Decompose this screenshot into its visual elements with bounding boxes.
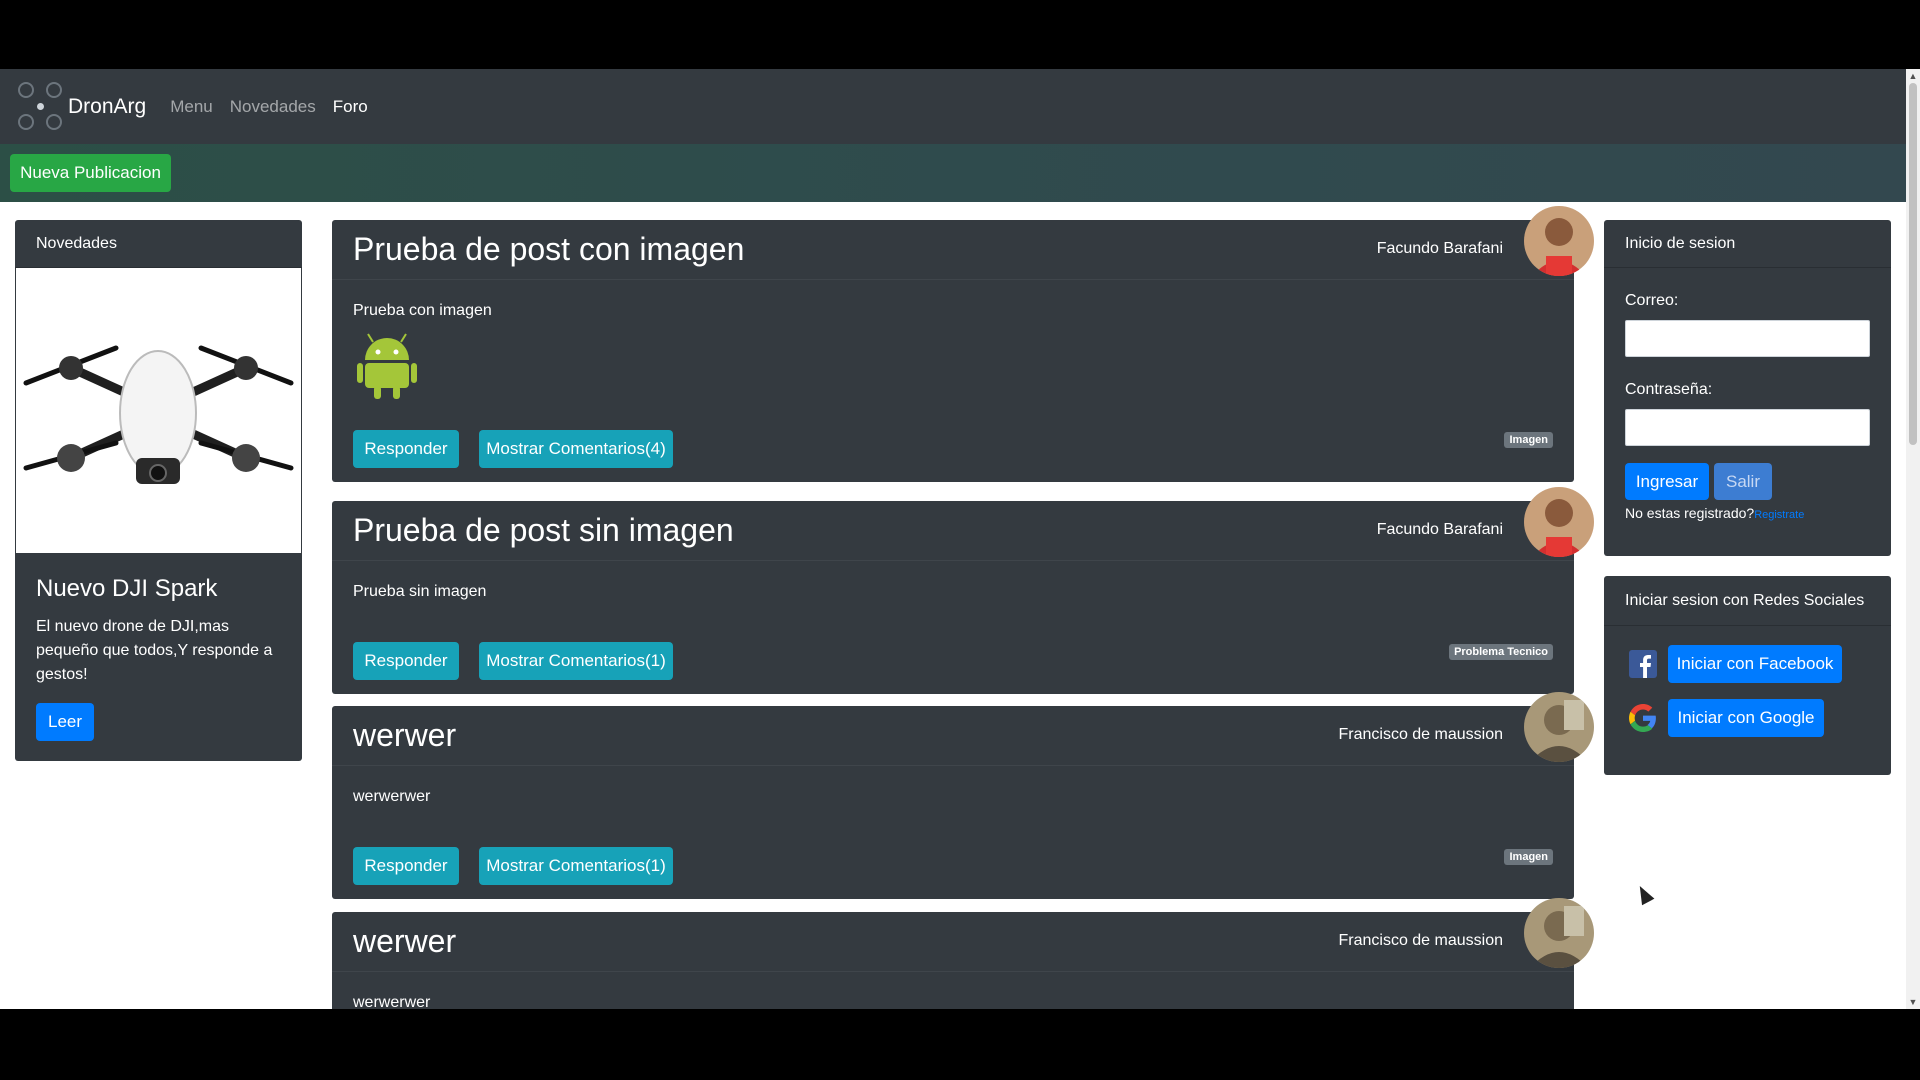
nav-link-novedades[interactable]: Novedades	[230, 97, 316, 117]
news-card-header: Novedades	[15, 220, 302, 268]
post-text: Prueba con imagen	[353, 302, 492, 319]
login-button[interactable]: Ingresar	[1625, 463, 1709, 500]
scroll-up-arrow-icon[interactable]: ▲	[1906, 69, 1920, 83]
post-card: werwer Francisco de maussion werwerwer R…	[332, 706, 1574, 899]
news-title: Nuevo DJI Spark	[36, 575, 218, 602]
show-comments-button[interactable]: Mostrar Comentarios(1)	[479, 642, 673, 680]
nav-link-foro[interactable]: Foro	[333, 97, 368, 117]
post-tag-badge: Imagen	[1504, 849, 1553, 865]
google-login-button[interactable]: Iniciar con Google	[1668, 699, 1824, 737]
post-text: Prueba sin imagen	[353, 583, 487, 600]
login-card-header: Inicio de sesion	[1604, 220, 1891, 268]
google-icon	[1629, 704, 1657, 732]
password-field[interactable]	[1625, 409, 1870, 446]
reply-button[interactable]: Responder	[353, 430, 459, 468]
post-tag-badge: Imagen	[1504, 432, 1553, 448]
post-author[interactable]: Facundo Barafani	[1377, 521, 1503, 539]
post-title: Prueba de post sin imagen	[353, 512, 734, 548]
post-title: werwer	[353, 717, 457, 753]
vertical-scrollbar[interactable]: ▲ ▼	[1906, 69, 1920, 1009]
nav-link-menu[interactable]: Menu	[170, 97, 213, 117]
password-label: Contraseña:	[1625, 381, 1713, 398]
mouse-cursor-icon	[1633, 882, 1655, 906]
post-card: werwer Francisco de maussion werwerwer	[332, 912, 1574, 1009]
news-text: El nuevo drone de DJI,mas pequeño que to…	[36, 618, 273, 683]
author-avatar[interactable]	[1524, 206, 1594, 276]
action-bar: Nueva Publicacion	[0, 144, 1906, 202]
logout-button[interactable]: Salir	[1714, 463, 1772, 500]
brand-name[interactable]: DronArg	[68, 95, 146, 119]
reply-button[interactable]: Responder	[353, 847, 459, 885]
post-text: werwerwer	[353, 994, 431, 1009]
social-login-card: Iniciar sesion con Redes Sociales Inicia…	[1604, 576, 1891, 775]
login-card: Inicio de sesion Correo: Contraseña: Ing…	[1604, 220, 1891, 556]
post-title: Prueba de post con imagen	[353, 231, 745, 267]
post-author[interactable]: Francisco de maussion	[1338, 726, 1503, 744]
facebook-icon	[1629, 650, 1657, 678]
facebook-login-button[interactable]: Iniciar con Facebook	[1668, 645, 1842, 683]
android-icon	[357, 330, 417, 400]
author-avatar[interactable]	[1524, 898, 1594, 968]
drone-image	[16, 268, 301, 553]
show-comments-button[interactable]: Mostrar Comentarios(1)	[479, 847, 673, 885]
post-author[interactable]: Francisco de maussion	[1338, 932, 1503, 950]
new-post-button[interactable]: Nueva Publicacion	[10, 154, 171, 192]
read-button[interactable]: Leer	[36, 703, 94, 741]
news-card: Novedades Nuevo DJI Spark El nuevo drone…	[15, 220, 302, 761]
post-card: Prueba de post sin imagen Facundo Barafa…	[332, 501, 1574, 694]
post-card: Prueba de post con imagen Facundo Barafa…	[332, 220, 1574, 482]
email-field[interactable]	[1625, 320, 1870, 357]
show-comments-button[interactable]: Mostrar Comentarios(4)	[479, 430, 673, 468]
author-avatar[interactable]	[1524, 692, 1594, 762]
register-link[interactable]: Registrate	[1754, 509, 1804, 521]
post-title: werwer	[353, 923, 457, 959]
browser-viewport: DronArg Menu Novedades Foro Nueva Public…	[0, 69, 1920, 1009]
post-tag-badge: Problema Tecnico	[1449, 644, 1553, 660]
drone-logo-icon[interactable]	[18, 81, 64, 132]
email-label: Correo:	[1625, 292, 1679, 309]
navbar: DronArg Menu Novedades Foro	[0, 69, 1906, 144]
post-author[interactable]: Facundo Barafani	[1377, 240, 1503, 258]
scroll-down-arrow-icon[interactable]: ▼	[1906, 995, 1920, 1009]
author-avatar[interactable]	[1524, 487, 1594, 557]
social-card-header: Iniciar sesion con Redes Sociales	[1604, 576, 1891, 626]
register-prompt: No estas registrado?	[1625, 505, 1755, 521]
post-text: werwerwer	[353, 788, 431, 805]
scroll-thumb[interactable]	[1909, 83, 1917, 445]
reply-button[interactable]: Responder	[353, 642, 459, 680]
